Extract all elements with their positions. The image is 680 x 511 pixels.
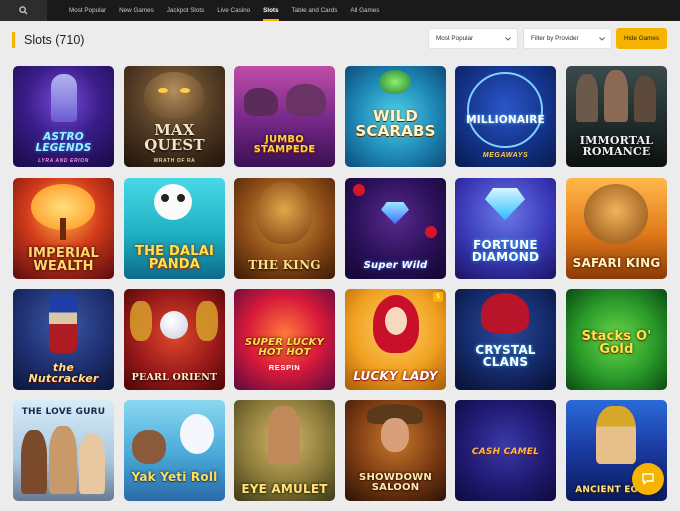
- game-title: IMMORTAL ROMANCE: [579, 134, 654, 158]
- game-title: EYE AMULET: [241, 482, 328, 496]
- game-subtitle: RESPIN: [268, 363, 301, 372]
- nav-tabs: Most Popular New Games Jackpot Slots Liv…: [69, 0, 392, 21]
- game-title: PEARL ORIENT: [131, 371, 218, 383]
- game-title: LUCKY LADY: [353, 369, 438, 383]
- provider-select-value: Filter by Provider: [531, 35, 579, 42]
- chat-icon: [642, 473, 654, 485]
- game-title: WILD SCARABS: [355, 107, 436, 140]
- nav-tab-table-and-cards[interactable]: Table and Cards: [292, 0, 338, 21]
- game-tile-showdown-saloon[interactable]: SHOWDOWN SALOON: [345, 400, 446, 501]
- game-title: CRYSTAL CLANS: [475, 343, 536, 369]
- hide-games-button[interactable]: Hide Games: [616, 28, 667, 49]
- page-header: Slots (710) Most Popular Filter by Provi…: [0, 21, 680, 57]
- title-accent-bar: [12, 32, 15, 48]
- game-title: JUMBO STAMPEDE: [253, 134, 316, 155]
- nav-tab-slots[interactable]: Slots: [263, 0, 279, 21]
- search-icon: [19, 6, 28, 15]
- game-title: Stacks O' Gold: [581, 329, 652, 357]
- nav-tab-jackpot-slots[interactable]: Jackpot Slots: [167, 0, 204, 21]
- game-title: the Nutcracker: [28, 361, 99, 385]
- game-tile-the-dalai-panda[interactable]: THE DALAI PANDA: [124, 178, 225, 279]
- nav-tab-most-popular[interactable]: Most Popular: [69, 0, 106, 21]
- nav-tab-live-casino[interactable]: Live Casino: [217, 0, 250, 21]
- game-tile-fortune-diamond[interactable]: FORTUNE DIAMOND: [455, 178, 556, 279]
- nav-tab-new-games[interactable]: New Games: [119, 0, 154, 21]
- game-tile-imperial-wealth[interactable]: IMPERIAL WEALTH: [13, 178, 114, 279]
- game-title: ASTRO LEGENDS: [35, 131, 92, 154]
- game-tile-yak-yeti-roll[interactable]: Yak Yeti Roll: [124, 400, 225, 501]
- game-title: SAFARI KING: [572, 256, 661, 270]
- game-title: Super Wild: [363, 260, 428, 271]
- game-tile-astro-legends[interactable]: ASTRO LEGENDS LYRA AND ERION: [13, 66, 114, 167]
- game-tile-the-nutcracker[interactable]: the Nutcracker: [13, 289, 114, 390]
- provider-filter-select[interactable]: Filter by Provider: [523, 28, 612, 49]
- game-tile-cash-camel[interactable]: CASH CAMEL: [455, 400, 556, 501]
- game-tile-jumbo-stampede[interactable]: JUMBO STAMPEDE: [234, 66, 335, 167]
- game-tile-super-wild[interactable]: Super Wild: [345, 178, 446, 279]
- game-subtitle: MEGAWAYS: [482, 152, 529, 159]
- game-tile-safari-king[interactable]: SAFARI KING: [566, 178, 667, 279]
- nav-tab-all-games[interactable]: All Games: [350, 0, 379, 21]
- game-title: THE KING: [248, 258, 321, 272]
- sort-select-value: Most Popular: [436, 35, 474, 42]
- game-tile-the-king[interactable]: THE KING: [234, 178, 335, 279]
- game-title: SUPER LUCKY HOT HOT: [244, 337, 325, 358]
- game-tile-immortal-romance[interactable]: IMMORTAL ROMANCE: [566, 66, 667, 167]
- game-title: SHOWDOWN SALOON: [359, 472, 432, 493]
- game-tile-pearl-orient[interactable]: PEARL ORIENT: [124, 289, 225, 390]
- chevron-down-icon: [599, 29, 605, 48]
- chat-button[interactable]: [632, 463, 664, 495]
- game-title: IMPERIAL WEALTH: [28, 246, 99, 274]
- page-title: Slots (710): [24, 33, 85, 47]
- game-title: CASH CAMEL: [471, 447, 540, 457]
- jackpot-badge: $: [433, 292, 443, 302]
- game-title: FORTUNE DIAMOND: [471, 238, 540, 264]
- game-tile-super-lucky-hot-hot[interactable]: SUPER LUCKY HOT HOT RESPIN: [234, 289, 335, 390]
- game-title: MILLIONAIRE: [466, 113, 545, 126]
- game-tile-wild-scarabs[interactable]: WILD SCARABS: [345, 66, 446, 167]
- sort-select[interactable]: Most Popular: [428, 28, 518, 49]
- game-subtitle: LYRA AND ERION: [38, 158, 89, 164]
- game-title: Yak Yeti Roll: [131, 470, 218, 484]
- top-navigation: Most Popular New Games Jackpot Slots Liv…: [0, 0, 680, 21]
- game-title: THE DALAI PANDA: [135, 244, 214, 272]
- game-tile-the-love-guru[interactable]: THE LOVE GURU: [13, 400, 114, 501]
- game-tile-crystal-clans[interactable]: CRYSTAL CLANS: [455, 289, 556, 390]
- game-tile-lucky-lady[interactable]: $ LUCKY LADY: [345, 289, 446, 390]
- search-button[interactable]: [0, 0, 47, 21]
- game-tile-stacks-o-gold[interactable]: Stacks O' Gold: [566, 289, 667, 390]
- game-title: THE LOVE GURU: [21, 407, 106, 417]
- game-tile-eye-of-the-amulet[interactable]: EYE AMULET: [234, 400, 335, 501]
- game-title: MAX QUEST: [144, 121, 205, 154]
- chevron-down-icon: [505, 29, 511, 48]
- game-tile-max-quest[interactable]: MAX QUEST WRATH OF RA: [124, 66, 225, 167]
- game-subtitle: WRATH OF RA: [153, 158, 196, 164]
- game-tile-millionaire[interactable]: MILLIONAIRE MEGAWAYS: [455, 66, 556, 167]
